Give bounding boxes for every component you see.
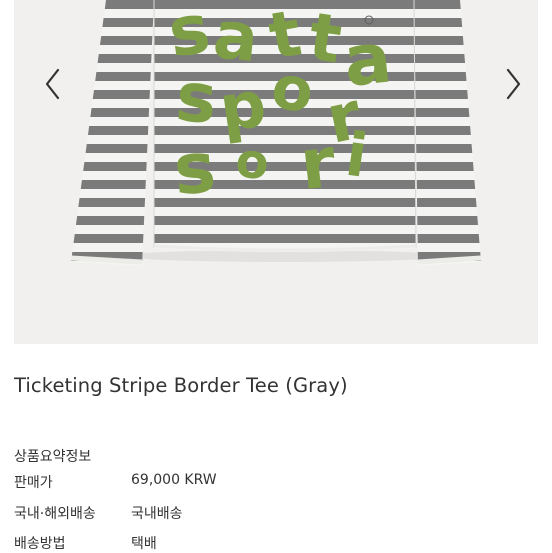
price-label: 판매가 bbox=[14, 475, 53, 491]
shipping-method-value: 택배 bbox=[131, 536, 157, 552]
chevron-right-icon bbox=[506, 68, 521, 100]
shipping-region-row: 국내·해외배송 국내배송 bbox=[14, 503, 534, 523]
shipping-method-label: 배송방법 bbox=[14, 536, 66, 552]
svg-text:s: s bbox=[171, 126, 218, 211]
product-title: Ticketing Stripe Border Tee (Gray) bbox=[14, 374, 348, 397]
previous-image-button[interactable] bbox=[37, 62, 67, 106]
shipping-region-value: 국내배송 bbox=[131, 506, 183, 522]
shipping-method-row: 배송방법 택배 bbox=[14, 533, 534, 553]
product-photo: s a t t a s p o r s o r i bbox=[70, 0, 482, 266]
shipping-region-label: 국내·해외배송 bbox=[14, 506, 96, 522]
price-value: 69,000 KRW bbox=[131, 472, 217, 488]
next-image-button[interactable] bbox=[499, 62, 529, 106]
product-image-gallery[interactable]: s a t t a s p o r s o r i bbox=[14, 0, 538, 344]
svg-text:o: o bbox=[233, 132, 272, 191]
chevron-left-icon bbox=[45, 68, 60, 100]
product-summary-heading: 상품요약정보 bbox=[14, 449, 92, 465]
price-row: 판매가 69,000 KRW bbox=[14, 472, 534, 492]
